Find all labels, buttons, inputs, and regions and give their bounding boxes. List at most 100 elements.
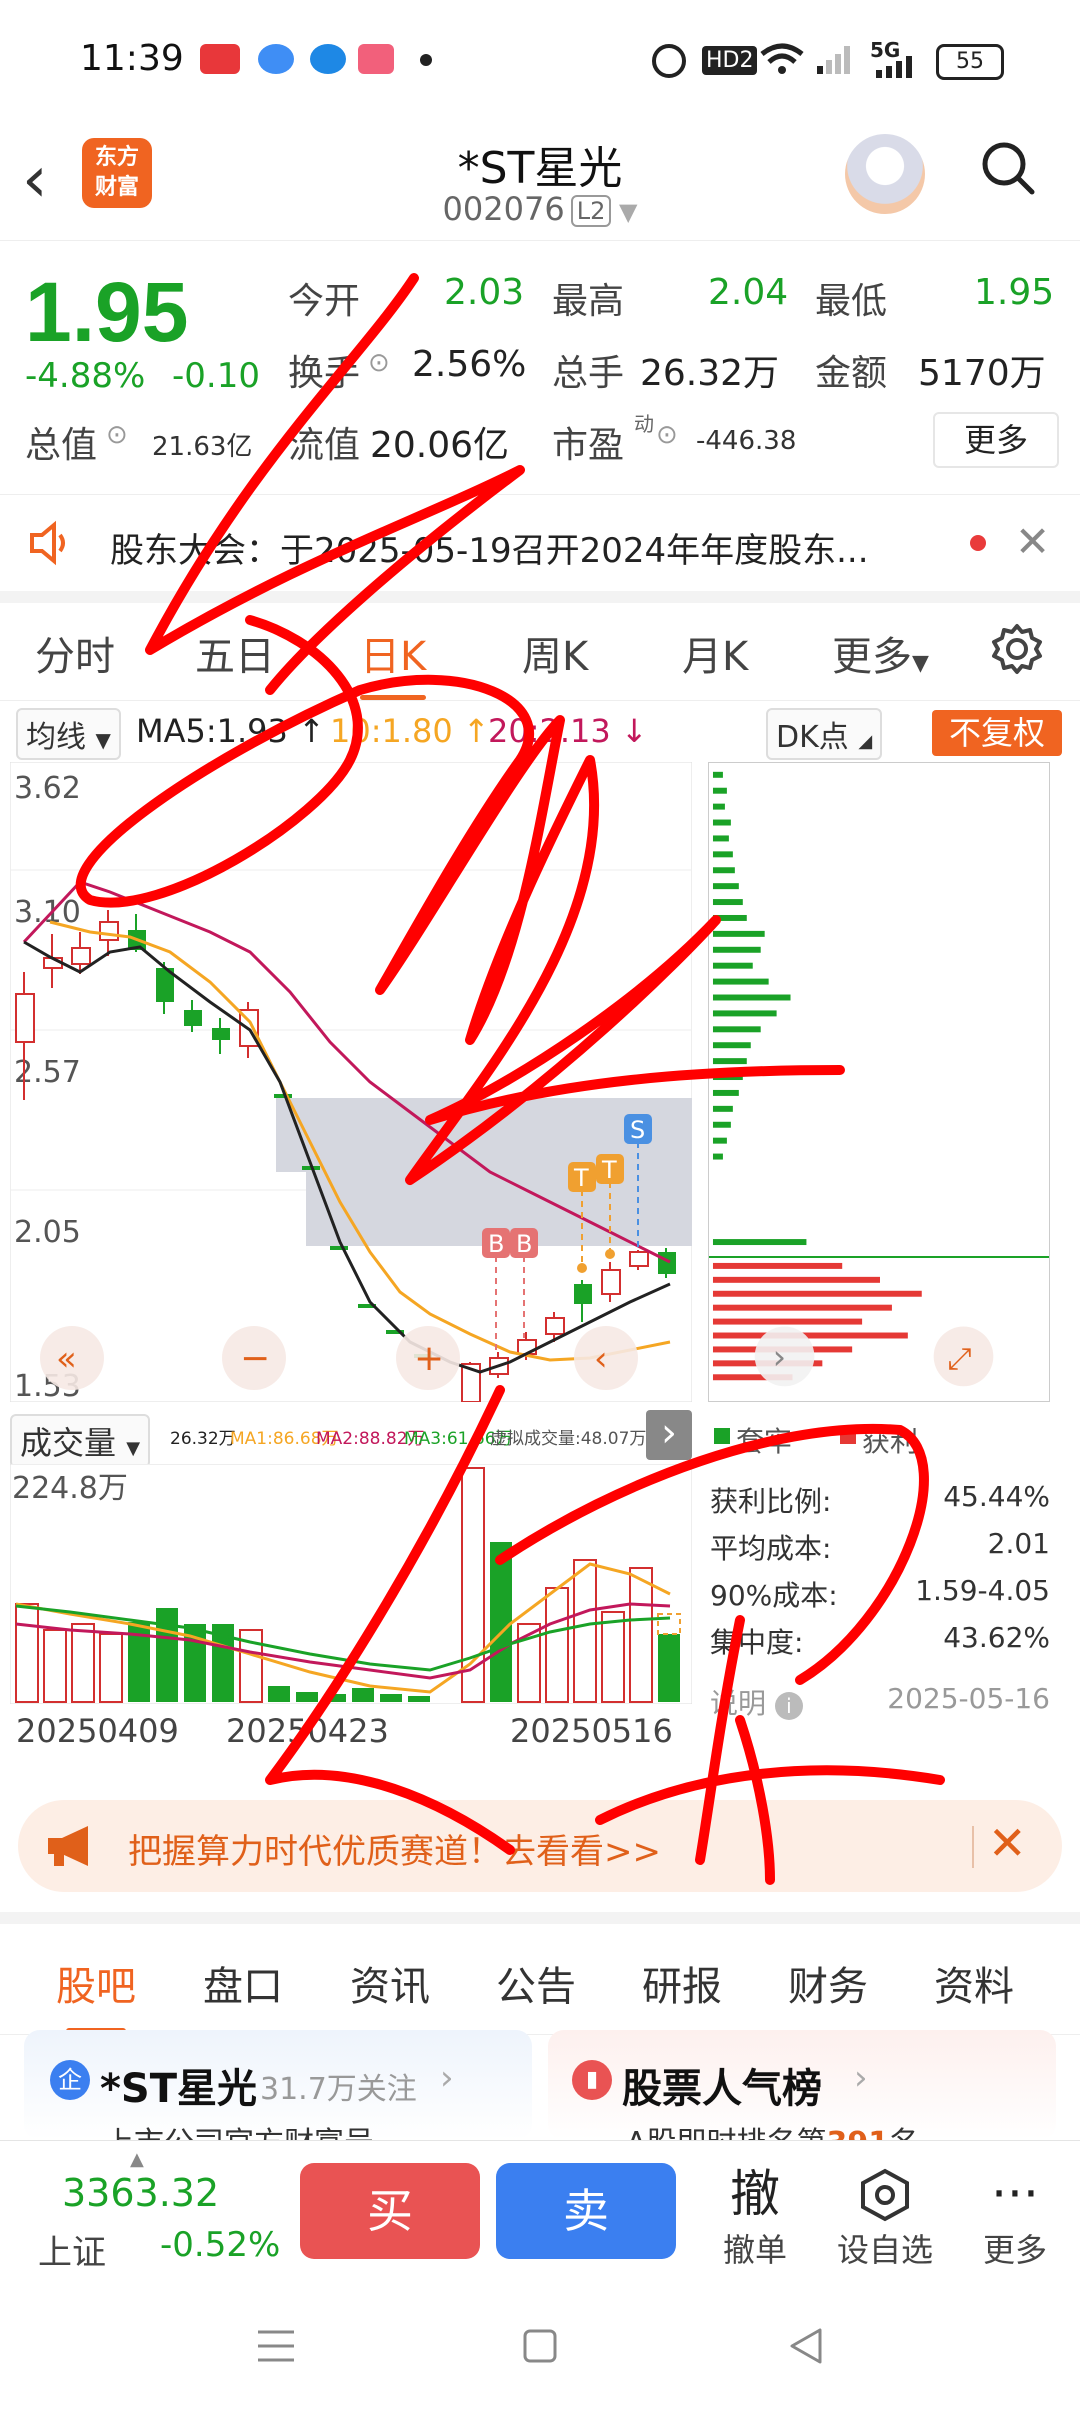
pe-dynamic-sup: 动	[634, 412, 654, 436]
search-icon[interactable]	[980, 140, 1036, 196]
candle	[629, 1251, 649, 1267]
tab-pankou[interactable]: 盘口	[203, 1954, 283, 2012]
expand-panel-icon[interactable]: ›	[646, 1410, 692, 1460]
trade-action-bar: ▲ 3363.32 上证 -0.52% 买 卖 撤 撤单 设自选 ··· 更多	[0, 2140, 1080, 2281]
adjust-mode-button[interactable]: 不复权	[932, 710, 1062, 756]
company-badge-icon: 企	[50, 2060, 90, 2100]
chip-note-label: 说明	[710, 1687, 767, 1720]
volume-bar	[43, 1629, 67, 1703]
y-tick-label: 3.10	[14, 895, 81, 930]
assistant-robot-icon[interactable]	[845, 134, 925, 214]
volume-max-label: 224.8万	[12, 1471, 128, 1506]
tab-guba[interactable]: 股吧	[56, 1954, 136, 2034]
tab-research[interactable]: 研报	[642, 1954, 722, 2012]
promo-banner[interactable]: 把握算力时代优质赛道！去看看>> ✕	[18, 1800, 1062, 1892]
buy-button[interactable]: 买	[300, 2163, 480, 2259]
volume-current: 26.32万	[170, 1429, 236, 1449]
profile-bar	[712, 803, 725, 810]
tab-monthly-k[interactable]: 月K	[682, 624, 748, 682]
tab-more-label: 更多	[832, 634, 912, 680]
profile-bar	[712, 1089, 739, 1096]
chip-distribution-chart[interactable]: › ⤢	[708, 762, 1050, 1402]
profile-bars-red	[712, 1262, 922, 1381]
chip-note-row[interactable]: 说明 i 2025-05-16	[710, 1682, 1050, 1722]
content-tabs: 股吧 盘口 资讯 公告 研报 财务 资料	[0, 1912, 1080, 2035]
rank-suffix: 名	[889, 2126, 919, 2140]
notice-text[interactable]: 股东大会：于2025-05-19召开2024年年度股东...	[110, 523, 869, 572]
tab-announcements[interactable]: 公告	[496, 1954, 576, 2012]
chip-stat-label: 平均成本:	[710, 1532, 832, 1565]
kline-chart[interactable]: 3.62 3.10 2.57 2.05 1.53 B B T T S « − +…	[10, 762, 692, 1402]
profile-bar	[712, 1121, 731, 1128]
candle	[601, 1269, 621, 1295]
active-tab-indicator	[360, 695, 427, 700]
info-icon[interactable]: ⊙	[106, 420, 128, 450]
volume-bar	[408, 1696, 430, 1702]
close-icon[interactable]: ✕	[1015, 517, 1050, 566]
chip-date: 2025-05-16	[887, 1682, 1050, 1715]
info-icon[interactable]: ⊙	[368, 348, 390, 378]
info-icon: i	[774, 1692, 803, 1720]
index-name[interactable]: 上证	[38, 2225, 106, 2274]
back-nav-icon[interactable]	[786, 2326, 826, 2366]
index-value[interactable]: 3363.32	[62, 2171, 219, 2215]
chip-stat-row: 平均成本: 2.01	[710, 1527, 1050, 1567]
tab-daily-k[interactable]: 日K	[360, 624, 427, 700]
tab-finance[interactable]: 财务	[788, 1954, 868, 2012]
hexagon-svg	[861, 2168, 909, 2222]
notice-bar[interactable]: 股东大会：于2025-05-19召开2024年年度股东... ✕	[0, 494, 1080, 603]
tab-weekly-k[interactable]: 周K	[522, 624, 588, 682]
amount-value: 5170万	[918, 353, 1046, 394]
high-value: 2.04	[708, 272, 789, 313]
profile-bar	[712, 1276, 880, 1283]
sell-button[interactable]: 卖	[496, 2163, 676, 2259]
promo-text[interactable]: 把握算力时代优质赛道！去看看>>	[128, 1824, 661, 1873]
cancel-order-button[interactable]: 撤 撤单	[700, 2163, 810, 2271]
dk-point-button[interactable]: DK点 ◢	[766, 708, 883, 760]
profile-bar	[712, 1042, 751, 1049]
home-icon[interactable]	[522, 2328, 558, 2364]
company-card[interactable]: 企 *ST星光 31.7万关注 › 上市公司官方财富号	[24, 2030, 532, 2140]
profile-bar	[712, 899, 743, 906]
tab-five-day[interactable]: 五日	[195, 624, 275, 682]
candle	[15, 993, 35, 1043]
battery-level: 55	[956, 49, 984, 74]
chevron-right-icon: ›	[854, 2058, 868, 2098]
popularity-card[interactable]: ▮ 股票人气榜 › A股即时排名第391名	[548, 2030, 1056, 2140]
index-change[interactable]: -0.52%	[160, 2225, 280, 2265]
edge-app-icon	[310, 44, 346, 74]
volume-bar	[573, 1559, 597, 1703]
gear-icon[interactable]	[990, 622, 1044, 676]
add-watchlist-button[interactable]: 设自选	[830, 2163, 940, 2271]
more-quote-button[interactable]: 更多	[933, 412, 1059, 468]
info-icon[interactable]: ⊙	[656, 420, 678, 450]
candle	[184, 1010, 202, 1026]
float-label: 流值	[288, 425, 361, 466]
tab-intraday[interactable]: 分时	[35, 624, 115, 682]
close-icon[interactable]: ✕	[988, 1816, 1027, 1870]
company-card-title: *ST星光	[100, 2066, 258, 2112]
ma-legend-row: 均线 ▼ MA5:1.93 ↑ 10:1.80 ↑ 20:2.13 ↓ DK点 …	[0, 702, 1080, 762]
volume-bar	[71, 1623, 95, 1703]
chevron-down-icon: ▼	[611, 198, 638, 226]
recent-apps-icon[interactable]	[256, 2328, 296, 2364]
mktcap-value: 21.63亿	[152, 432, 253, 462]
speaker-icon	[30, 520, 65, 566]
tab-more-periods[interactable]: 更多▼	[832, 624, 929, 682]
change-value: -0.10	[172, 356, 260, 396]
shopping-app-icon	[358, 44, 394, 74]
volume-chart[interactable]: 224.8万	[10, 1464, 692, 1704]
t-marker-label: T	[573, 1164, 589, 1192]
battery-icon: 55	[936, 44, 1004, 80]
trapped-swatch	[714, 1428, 730, 1444]
tab-news[interactable]: 资讯	[350, 1954, 430, 2012]
indicator-selector[interactable]: 均线 ▼	[16, 708, 121, 760]
volume-label: 总手	[552, 353, 625, 394]
ma10-value: 10:1.80 ↑	[330, 712, 490, 750]
tab-profile[interactable]: 资料	[934, 1954, 1014, 2012]
volume-bar	[380, 1694, 402, 1702]
volume-indicator-selector[interactable]: 成交量 ▼	[10, 1414, 151, 1468]
more-actions-button[interactable]: ··· 更多	[960, 2163, 1070, 2271]
open-label: 今开	[288, 281, 361, 322]
profile-bar	[712, 1239, 807, 1246]
